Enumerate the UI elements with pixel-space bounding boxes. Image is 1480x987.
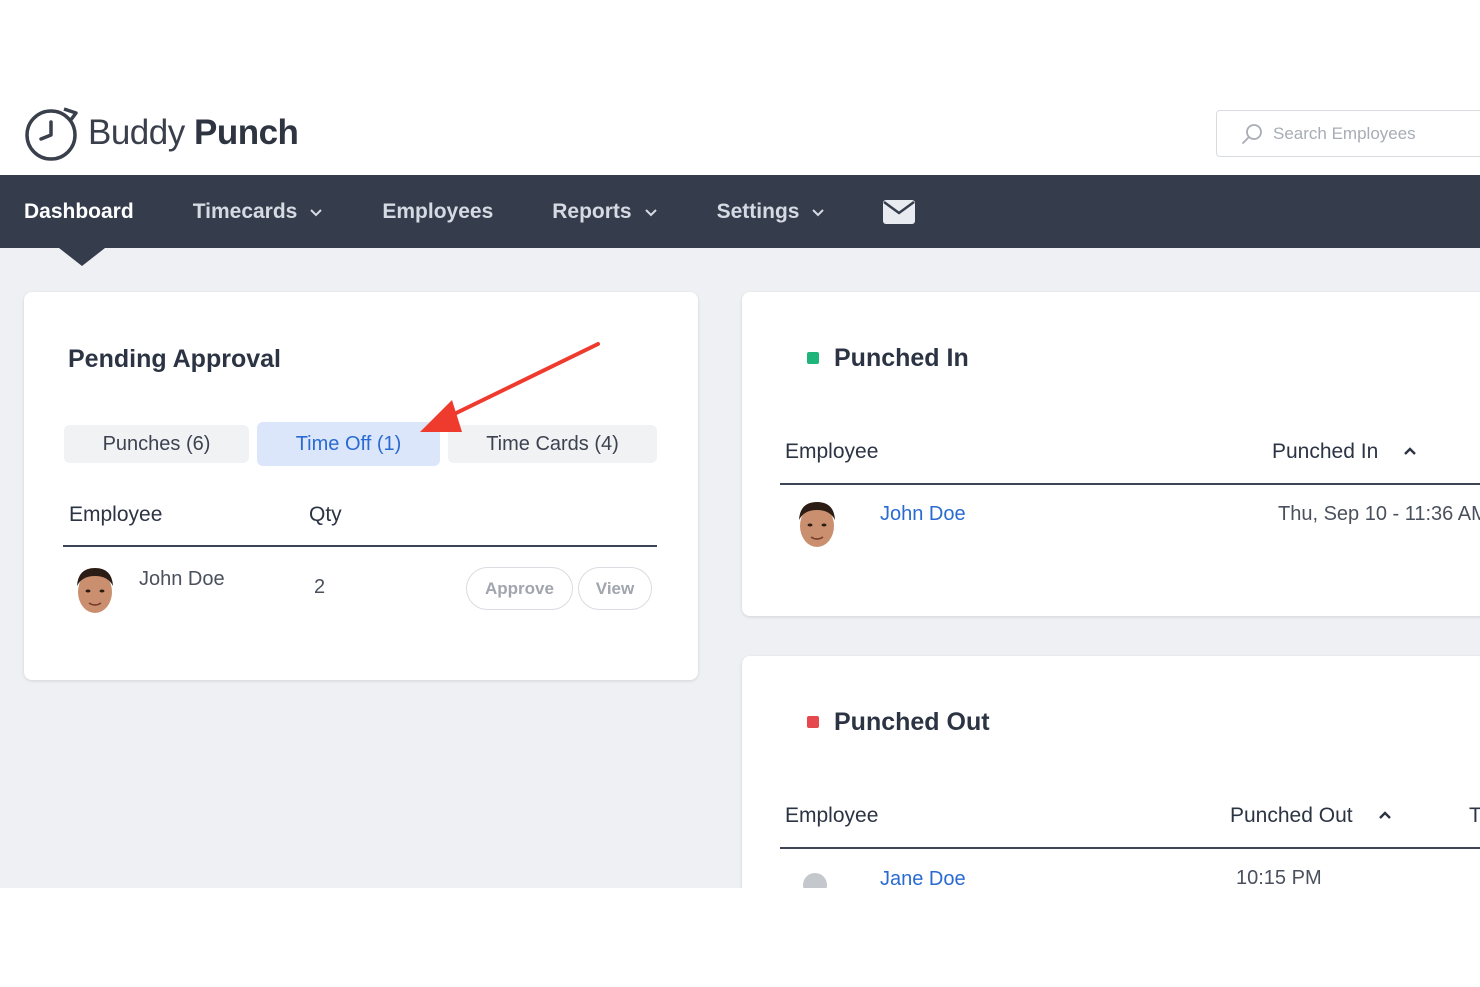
bottom-margin	[0, 888, 1480, 987]
annotation-arrow-icon	[420, 342, 600, 432]
